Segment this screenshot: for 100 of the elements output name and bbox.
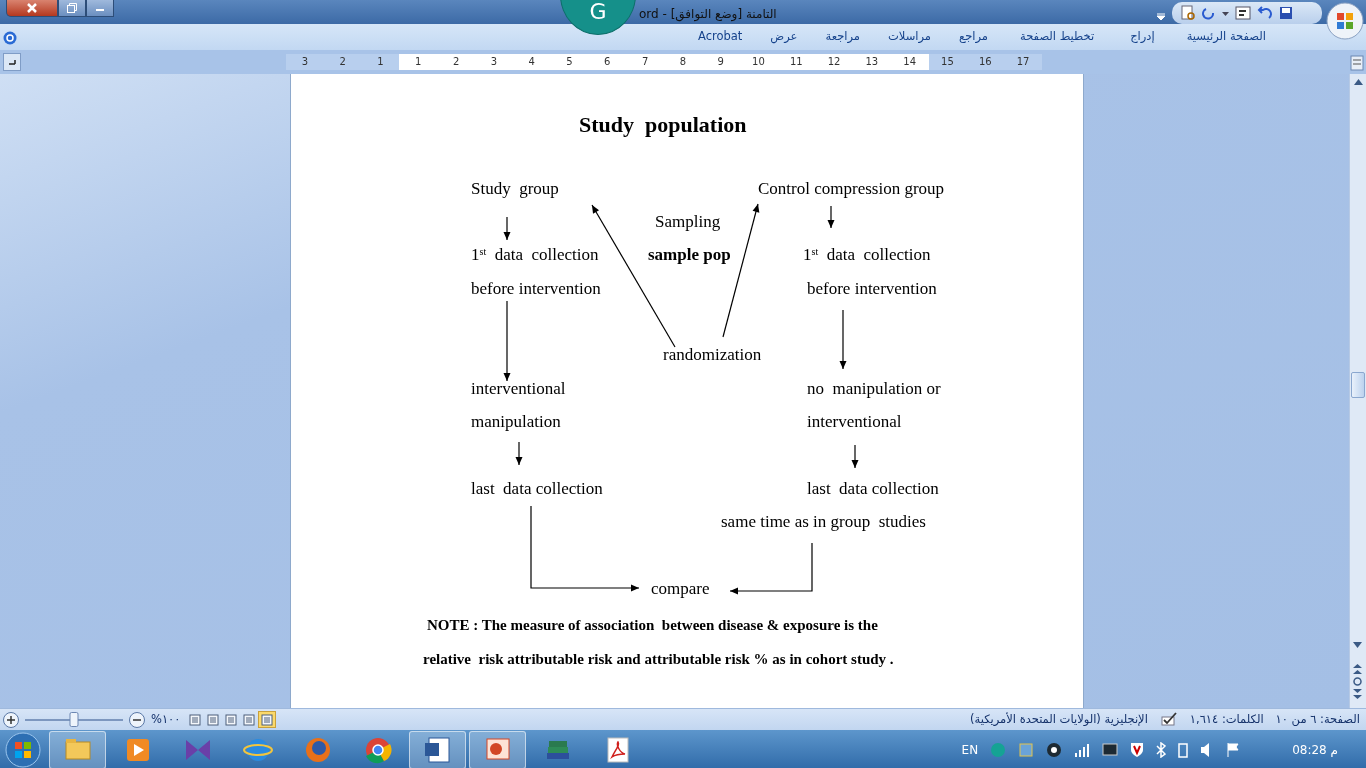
ruler-number: 10 <box>751 55 766 69</box>
ribbon-tab[interactable]: Acrobat <box>684 28 757 46</box>
ruler-number: 16 <box>977 55 993 69</box>
restore-icon <box>67 3 77 13</box>
preview-icon[interactable] <box>1180 5 1196 21</box>
diagram-label: same time as in group studies <box>721 512 926 532</box>
zoom-percent[interactable]: %١٠٠ <box>151 710 181 729</box>
arrow <box>839 309 847 370</box>
vertical-scrollbar[interactable] <box>1349 74 1366 708</box>
diagram-label: before intervention <box>471 279 601 299</box>
document-title: Study population <box>579 111 747 139</box>
ruler-number: 11 <box>788 55 804 69</box>
flag-icon[interactable] <box>1226 742 1241 758</box>
diagram-label: interventional <box>471 379 566 399</box>
ruler-number: 4 <box>527 55 536 69</box>
ribbon-tab[interactable]: عرض <box>756 28 812 46</box>
minimize-button[interactable] <box>86 0 114 17</box>
keyboard-language[interactable]: EN <box>961 741 979 759</box>
diagram-label: 1$^{st}$ data collection <box>803 245 931 265</box>
arrow <box>827 205 835 229</box>
diagram-label: manipulation <box>471 412 561 432</box>
arrow <box>851 444 859 469</box>
taskbar-app-button[interactable] <box>409 731 466 768</box>
window-title: التامنة [وضع التوافق] - ord <box>639 6 777 23</box>
ruler-number: 8 <box>678 55 688 69</box>
document-icon <box>422 735 453 765</box>
page-view-icon <box>207 713 220 726</box>
diagram-label: Sampling <box>655 212 721 232</box>
ruler-number: 7 <box>640 55 650 69</box>
ruler-number: 17 <box>1015 55 1031 69</box>
ruler-number: 14 <box>902 55 917 69</box>
ruler-number: 1 <box>414 55 423 69</box>
scroll-up-icon[interactable] <box>1353 78 1363 85</box>
monitor-icon[interactable] <box>1102 742 1119 758</box>
ruler-number: 3 <box>300 55 310 69</box>
taskbar-app-button[interactable] <box>469 731 526 768</box>
page-view-icon <box>243 713 256 726</box>
page-view-icon <box>189 713 202 726</box>
diagram-label: randomization <box>663 345 762 365</box>
start-button[interactable] <box>3 731 43 768</box>
battery-icon[interactable] <box>1178 742 1189 758</box>
zoom-thumb[interactable] <box>69 711 79 727</box>
undo-icon[interactable] <box>1257 6 1273 20</box>
disc-icon[interactable] <box>1046 742 1063 758</box>
close-icon <box>27 3 37 13</box>
page-count[interactable]: الصفحة: ٦ من ١٠ <box>1275 710 1360 729</box>
text-icon[interactable] <box>1235 6 1251 20</box>
diagram-label: before intervention <box>807 279 937 299</box>
diagram-label: sample pop <box>648 245 731 265</box>
language-status[interactable]: الإنجليزية (الولايات المتحدة الأمريكية) <box>970 710 1148 729</box>
ruler-number: 2 <box>338 55 347 69</box>
ruler-number: 15 <box>940 55 955 69</box>
bluetooth-icon[interactable] <box>1156 742 1167 758</box>
ruler-number: 2 <box>451 55 461 69</box>
diagram-label: Study group <box>471 179 559 199</box>
zoom-in-button[interactable] <box>3 711 19 728</box>
close-button[interactable] <box>6 0 58 17</box>
shield-icon[interactable] <box>1130 742 1145 758</box>
ribbon-tab[interactable]: مراجع <box>945 28 1002 46</box>
ribbon-tab[interactable]: الصفحة الرئيسية <box>1172 28 1316 46</box>
restore-button[interactable] <box>58 0 86 17</box>
diagram-label: last data collection <box>471 479 603 499</box>
ruler-number: 6 <box>603 55 612 69</box>
page-view-icon <box>225 713 238 726</box>
ruler-number: 1 <box>376 55 385 69</box>
signal-bars-icon[interactable] <box>1074 743 1091 757</box>
note-text: NOTE : The measure of association between disease & exposure is the <box>427 616 878 635</box>
help-icon[interactable] <box>3 30 17 45</box>
note-text: relative risk attributable risk and attributable risk % as in cohort study . <box>423 650 894 669</box>
word-count[interactable]: الكلمات: ١,٦١٤ <box>1189 710 1264 729</box>
diagram-label: last data collection <box>807 479 939 499</box>
ribbon-tab[interactable]: تخطيط الصفحة <box>1001 28 1113 46</box>
proofing-icon[interactable] <box>1159 712 1178 727</box>
dropdown-icon[interactable] <box>1156 12 1166 21</box>
arrow <box>503 216 511 241</box>
next-page-icon[interactable] <box>1353 689 1362 699</box>
diagram-label: no manipulation or <box>807 379 941 399</box>
page-view-icon <box>261 713 274 726</box>
diagram-label: interventional <box>807 412 902 432</box>
ribbon-tab[interactable]: مراجعة <box>811 28 874 46</box>
redo-icon[interactable] <box>1202 6 1216 20</box>
tab-selector-icon[interactable] <box>3 53 21 72</box>
plus-icon <box>7 715 15 724</box>
previous-page-icon[interactable] <box>1353 664 1362 674</box>
ribbon-tab[interactable]: إدراج <box>1112 28 1173 46</box>
zoom-out-button[interactable] <box>129 711 145 728</box>
view-button[interactable] <box>258 711 277 728</box>
clock[interactable]: 08:28 م <box>1292 741 1338 759</box>
browse-object-icon[interactable] <box>1353 677 1362 686</box>
ruler-number: 9 <box>716 55 725 69</box>
diagram-label: Control compression group <box>758 179 945 199</box>
scroll-thumb[interactable] <box>1351 372 1365 398</box>
scroll-down-icon[interactable] <box>1353 642 1362 648</box>
save-icon[interactable] <box>1279 6 1293 20</box>
ruler-number: 12 <box>826 55 842 69</box>
arrow <box>515 441 523 466</box>
ruler-number: 3 <box>489 55 499 69</box>
diagram-label: 1$^{st}$ data collection <box>471 245 599 265</box>
ribbon-tab[interactable]: مراسلات <box>874 28 946 46</box>
ruler-number: 13 <box>864 55 880 69</box>
